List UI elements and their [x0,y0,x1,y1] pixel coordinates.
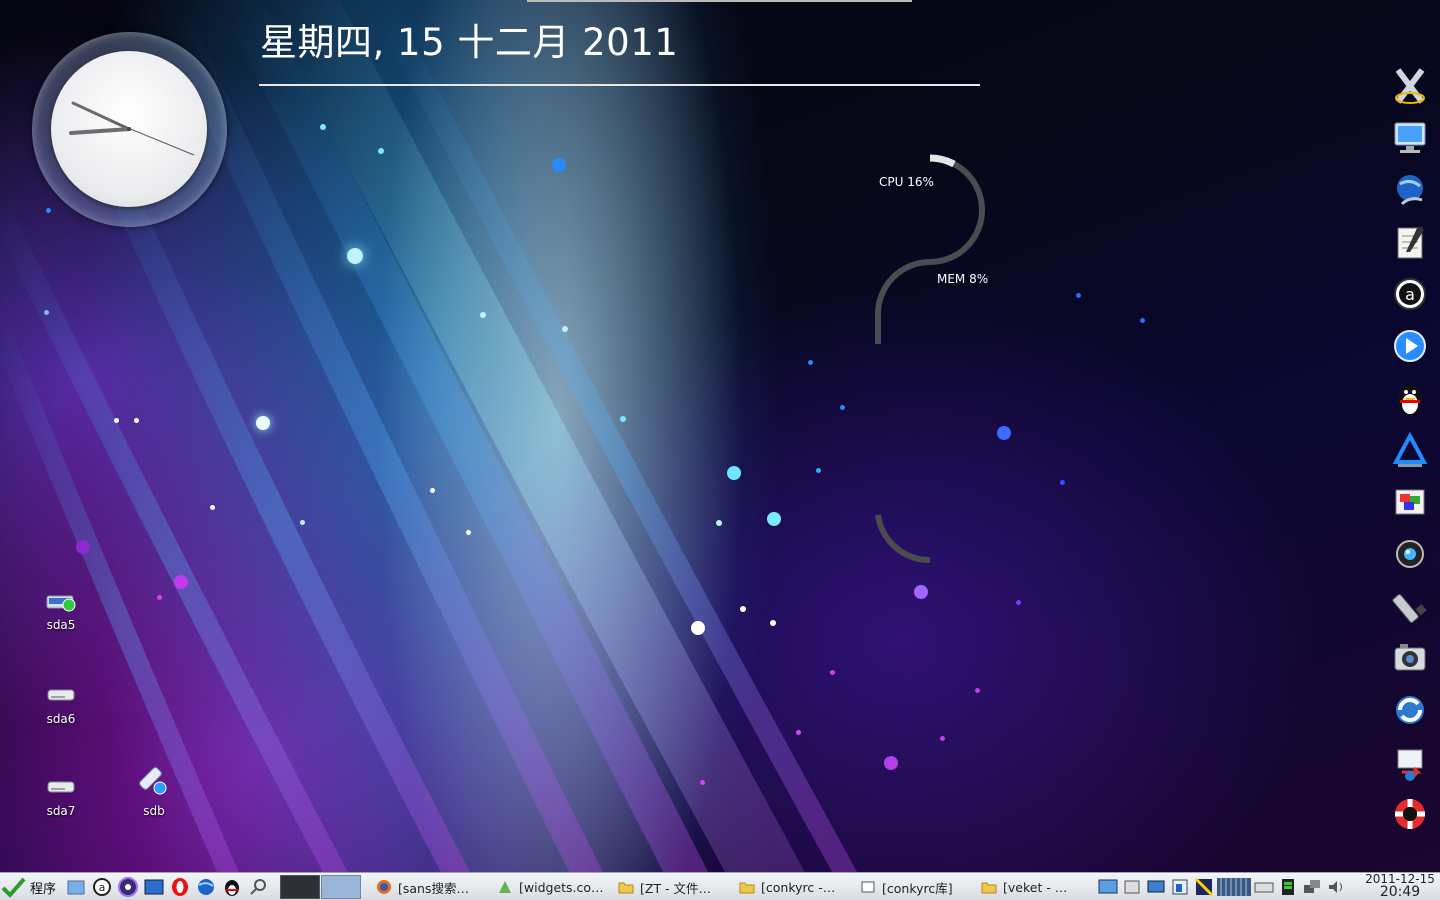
clock-time: 20:49 [1379,884,1421,900]
sync-icon[interactable] [1386,684,1434,736]
camera-icon[interactable] [1386,632,1434,684]
quick-launch: a [64,875,270,899]
network-icon[interactable] [1168,875,1192,899]
date-underline [259,84,980,86]
drive-icon [45,776,77,798]
check-icon [1,877,26,898]
date-display: 星期四, 15 十二月 2011 [260,21,679,64]
flag-icon[interactable] [1192,875,1216,899]
cpu-meter-icon[interactable] [1216,875,1252,899]
task-button[interactable]: [conkyrc -… [739,875,854,899]
amule-icon[interactable]: a [1386,268,1434,320]
cpu-label: CPU 16% [879,175,934,189]
display-icon[interactable] [1096,875,1120,899]
web-icon [499,881,511,893]
right-dock: a [1386,60,1434,840]
battery-icon[interactable] [1276,875,1300,899]
chat-icon[interactable] [1120,875,1144,899]
start-menu-button[interactable]: 程序 [0,873,64,900]
media-player-icon[interactable] [1386,320,1434,372]
window-icon [861,881,875,893]
desktop-icon-sda7[interactable]: sda7 [31,776,91,818]
keyboard-icon[interactable] [1252,875,1276,899]
network-status-icon[interactable] [1300,875,1324,899]
task-button[interactable]: [ZT - 文件… [618,875,733,899]
firefox-icon [377,880,391,894]
search-icon[interactable] [246,875,270,899]
help-lifebuoy-icon[interactable] [1386,788,1434,840]
usb-stick-icon[interactable] [1386,580,1434,632]
monitor-icon[interactable] [1144,875,1168,899]
x-app-icon[interactable] [1386,60,1434,112]
mem-label: MEM 8% [937,272,989,286]
taskbar-clock[interactable]: 2011-12-15 20:49 [1360,873,1440,900]
globe-icon[interactable] [194,875,218,899]
amule-icon[interactable]: a [90,875,114,899]
image-viewer-icon[interactable] [1386,476,1434,528]
task-button[interactable]: [widgets.co… [497,875,612,899]
webcam-icon[interactable] [1386,528,1434,580]
workspace-2[interactable] [321,875,361,899]
opera-icon[interactable] [168,875,192,899]
svg-text:a: a [99,881,106,894]
desktop-icon-sdb[interactable]: sdb [124,766,184,818]
clock-hands [69,101,195,156]
qq-penguin-icon[interactable] [1386,372,1434,424]
folder-icon [739,882,755,894]
media-icon[interactable] [116,875,140,899]
drive-mounted-icon [45,590,77,612]
desktop-icon[interactable] [142,875,166,899]
desktop-icon-sda5[interactable]: sda5 [31,590,91,632]
start-label: 程序 [30,881,57,897]
monitor-icon[interactable] [1386,112,1434,164]
taskbar: 程序 a [sans搜索… [widgets.co… [ZT - 文件… [co… [0,872,1440,900]
globe-icon[interactable] [1386,164,1434,216]
ati-icon[interactable] [1386,424,1434,476]
task-button[interactable]: [sans搜索… [376,875,491,899]
conky-rings [875,154,985,564]
task-button[interactable]: [veket - … [981,875,1089,899]
text-editor-icon[interactable] [1386,216,1434,268]
workspace-1[interactable] [280,875,320,899]
top-line [527,0,912,2]
clock-face [51,51,207,207]
system-tray [1096,875,1348,899]
usb-drive-icon [138,766,170,798]
folder-icon [981,882,997,894]
desktop-icon-sda6[interactable]: sda6 [31,684,91,726]
drive-icon [45,684,77,706]
volume-icon[interactable] [1324,875,1348,899]
task-button[interactable]: [conkyrc库] [860,875,975,899]
qq-icon[interactable] [220,875,244,899]
file-manager-icon[interactable] [64,875,88,899]
svg-text:a: a [1405,285,1415,304]
cpu-ring-fill [929,154,956,168]
folder-icon [618,882,634,894]
network-transfer-icon[interactable] [1386,736,1434,788]
